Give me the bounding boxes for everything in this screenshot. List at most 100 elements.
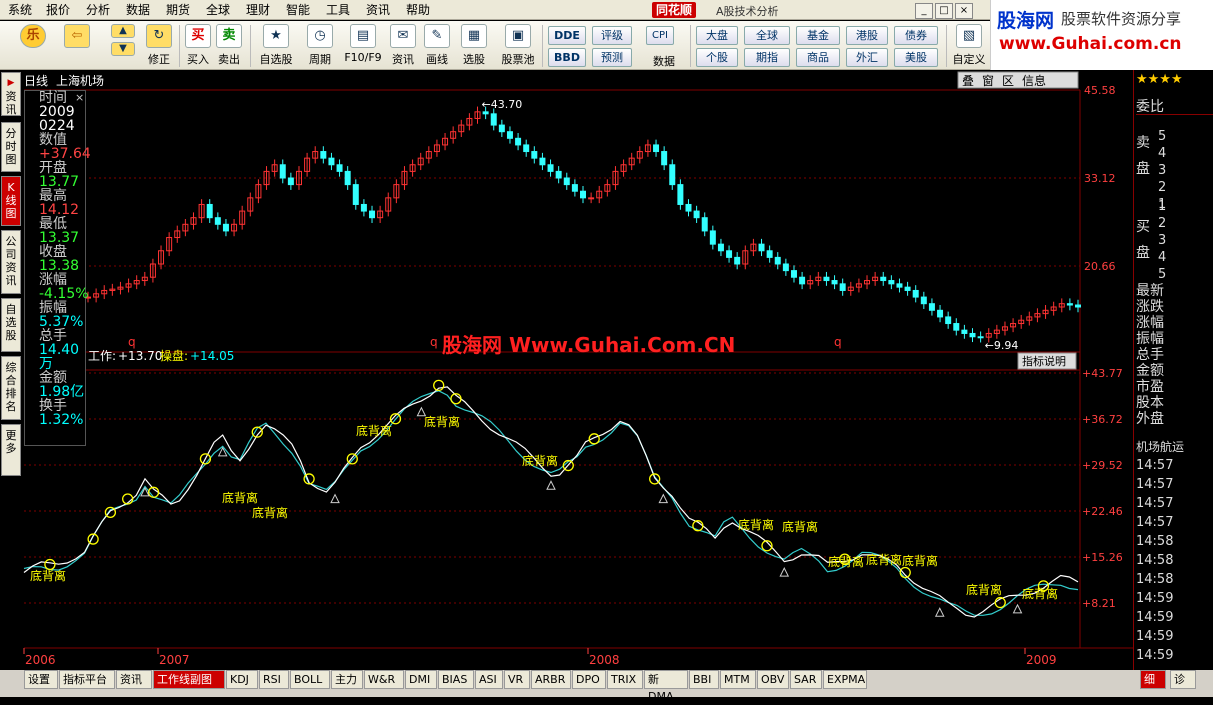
- indicator-tab[interactable]: BBI: [689, 670, 719, 689]
- detail-tab[interactable]: 细: [1140, 670, 1166, 689]
- home-button[interactable]: 乐: [16, 24, 50, 68]
- back-button[interactable]: ⇦: [60, 24, 94, 68]
- watchlist-button[interactable]: ★ 自选股: [256, 24, 296, 68]
- close-button[interactable]: ×: [955, 3, 973, 19]
- indicator-tab[interactable]: W&R: [364, 670, 404, 689]
- indicator-tab[interactable]: 工作线副图: [153, 670, 225, 689]
- divergence-label: 底背离: [222, 490, 258, 505]
- tab-kline[interactable]: K线图: [1, 176, 21, 226]
- kline-chart[interactable]: 日线 上海机场 叠 窗 区 信息 ←43.70←9.94q q q 底背离底背离底背…: [22, 70, 1133, 670]
- draw-line-button[interactable]: ✎ 画线: [422, 24, 452, 68]
- index-futures-button[interactable]: 期指: [744, 48, 790, 67]
- overlay-tool[interactable]: 叠: [962, 74, 974, 88]
- detail-tab[interactable]: 诊: [1170, 670, 1196, 689]
- menu-news[interactable]: 资讯: [366, 2, 390, 18]
- commodity-button[interactable]: 商品: [796, 48, 840, 67]
- market-button[interactable]: 大盘: [696, 26, 738, 45]
- tab-news[interactable]: ▶ 资讯: [1, 72, 21, 116]
- indicator-tab[interactable]: DPO: [572, 670, 606, 689]
- indicator-tab[interactable]: RSI: [259, 670, 289, 689]
- indicator-tab[interactable]: 资讯: [116, 670, 152, 689]
- bond-button[interactable]: 债券: [894, 26, 938, 45]
- custom-button[interactable]: ▧ 自定义: [950, 24, 988, 68]
- fix-button[interactable]: ↻ 修正: [144, 24, 174, 68]
- tab-watchlist[interactable]: 自选股: [1, 298, 21, 352]
- up-down-button[interactable]: ▲ ▼: [108, 24, 138, 68]
- global-button[interactable]: 全球: [744, 26, 790, 45]
- buy-button[interactable]: 买买入: [184, 24, 212, 68]
- candle-body: [580, 190, 586, 199]
- dde-button[interactable]: DDE: [548, 26, 586, 45]
- indicator-tab[interactable]: SAR: [790, 670, 822, 689]
- indicator-tab[interactable]: BIAS: [438, 670, 474, 689]
- data-button[interactable]: 数据: [644, 24, 684, 68]
- period-button[interactable]: ◷ 周期: [302, 24, 338, 68]
- ask-level: 5: [1158, 129, 1167, 144]
- forecast-button[interactable]: 预测: [592, 48, 632, 67]
- tab-company-news[interactable]: 公司资讯: [1, 230, 21, 294]
- chart-area[interactable]: 日线 上海机场 叠 窗 区 信息 ←43.70 ←9.94 q q q 底背离 底背离 底背…: [22, 70, 1133, 670]
- stock-pick-button[interactable]: ▦ 选股: [456, 24, 492, 68]
- candle-body: [328, 157, 335, 166]
- close-icon[interactable]: ×: [75, 91, 84, 105]
- menu-global[interactable]: 全球: [206, 2, 230, 18]
- window-tool[interactable]: 窗: [982, 74, 994, 88]
- candle-body: [839, 283, 846, 291]
- single-stock-button[interactable]: 个股: [696, 48, 738, 67]
- range-tool[interactable]: 区: [1002, 74, 1014, 88]
- indicator-line2-label: 操盘:: [160, 348, 188, 363]
- indicator-tab[interactable]: ARBR: [531, 670, 571, 689]
- indicator-tab[interactable]: 指标平台: [59, 670, 115, 689]
- minimize-button[interactable]: _: [915, 3, 933, 19]
- f10-button[interactable]: ▤ F10/F9: [342, 24, 384, 68]
- indicator-tab[interactable]: BOLL: [290, 670, 330, 689]
- menu-finance[interactable]: 理财: [246, 2, 270, 18]
- custom-label: 自定义: [952, 53, 986, 66]
- menu-system[interactable]: 系统: [8, 2, 32, 18]
- indicator-tab[interactable]: 新DMA: [644, 670, 688, 703]
- tab-intraday[interactable]: 分时图: [1, 122, 21, 172]
- menu-tools[interactable]: 工具: [326, 2, 350, 18]
- sell-button[interactable]: 卖卖出: [215, 24, 243, 68]
- indicator-tab[interactable]: TRIX: [607, 670, 643, 689]
- stock-pool-button[interactable]: ▣ 股票池: [498, 24, 538, 68]
- menu-smart[interactable]: 智能: [286, 2, 310, 18]
- menu-analysis[interactable]: 分析: [86, 2, 110, 18]
- indicator-tab[interactable]: 主力: [331, 670, 363, 689]
- bbd-button[interactable]: BBD: [548, 48, 586, 67]
- indicator-tick-label: +15.26: [1082, 551, 1123, 564]
- maximize-button[interactable]: □: [935, 3, 953, 19]
- menu-quote[interactable]: 报价: [46, 2, 70, 18]
- tick-time: 14:58: [1136, 553, 1174, 568]
- indicator-line1-value: +13.70: [118, 349, 162, 363]
- tab-ranking[interactable]: 综合排名: [1, 356, 21, 420]
- indicator-tab[interactable]: DMI: [405, 670, 437, 689]
- indicator-tab[interactable]: KDJ: [226, 670, 258, 689]
- indicator-tab[interactable]: OBV: [757, 670, 789, 689]
- us-stock-button[interactable]: 美股: [894, 48, 938, 67]
- rating-button[interactable]: 评级: [592, 26, 632, 45]
- open-label: 开盘: [39, 160, 67, 176]
- candle-body: [693, 210, 700, 219]
- signal-triangle: [658, 493, 669, 504]
- indicator-tab[interactable]: EXPMA: [823, 670, 867, 689]
- indicator-tab[interactable]: MTM: [720, 670, 756, 689]
- menu-data[interactable]: 数据: [126, 2, 150, 18]
- info-tool[interactable]: 信息: [1022, 73, 1046, 88]
- fund-button[interactable]: 基金: [796, 26, 840, 45]
- forex-button[interactable]: 外汇: [846, 48, 888, 67]
- indicator-tab[interactable]: 设置: [24, 670, 58, 689]
- indicator-tab[interactable]: ASI: [475, 670, 503, 689]
- indicator-tab[interactable]: VR: [504, 670, 530, 689]
- chart-stock-name: 上海机场: [56, 73, 104, 88]
- candle-body: [880, 276, 887, 282]
- signal-circle: [899, 566, 911, 579]
- candle-body: [717, 243, 724, 252]
- hk-stock-button[interactable]: 港股: [846, 26, 888, 45]
- menu-help[interactable]: 帮助: [406, 2, 430, 18]
- menu-futures[interactable]: 期货: [166, 2, 190, 18]
- tab-more[interactable]: 更多: [1, 424, 21, 476]
- chart-period: 日线: [24, 74, 48, 88]
- period-label: 周期: [309, 53, 331, 66]
- news-button[interactable]: ✉ 资讯: [388, 24, 418, 68]
